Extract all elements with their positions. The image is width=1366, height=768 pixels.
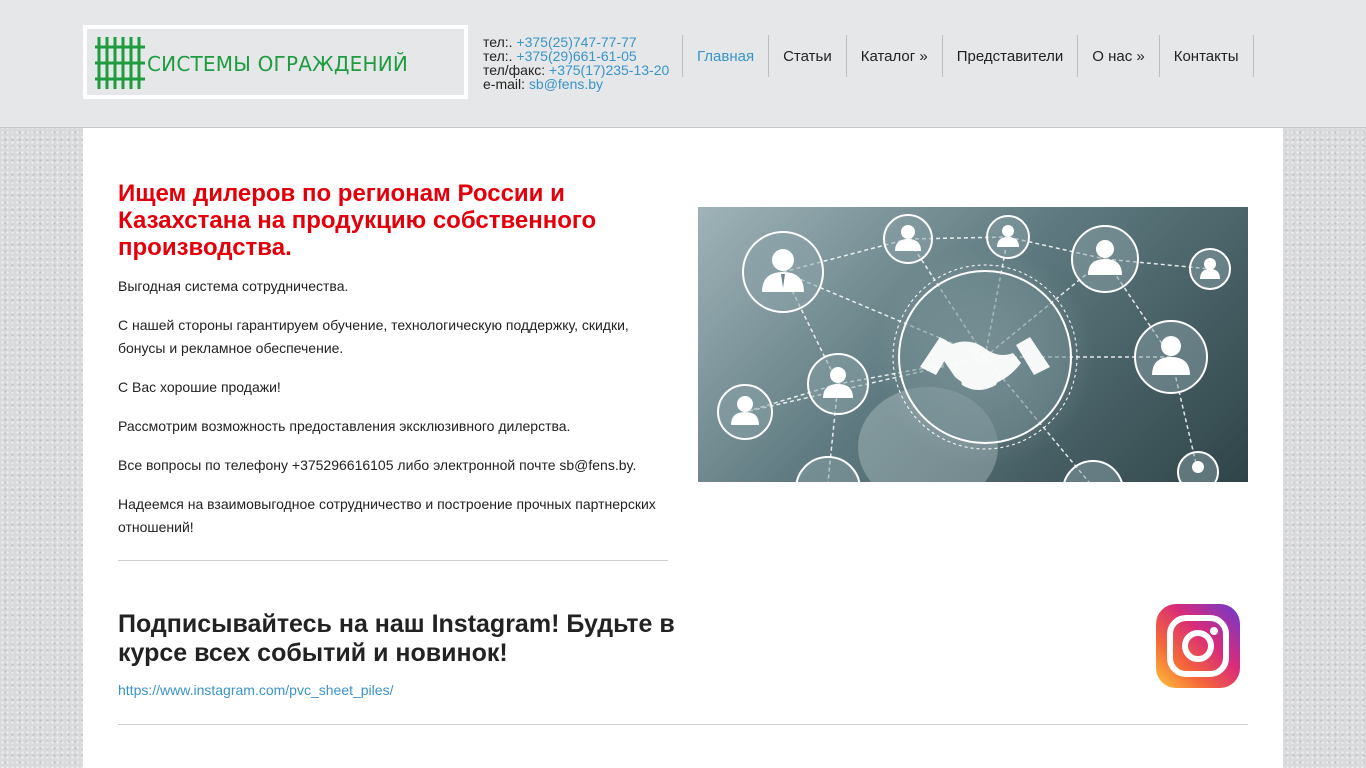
- paragraph: Все вопросы по телефону +375296616105 ли…: [118, 457, 637, 473]
- contact-label: e-mail:: [483, 76, 526, 92]
- nav-item-about[interactable]: О нас »: [1077, 35, 1158, 77]
- instagram-icon[interactable]: [1148, 600, 1248, 700]
- fence-logo-icon: [95, 37, 145, 89]
- partnership-network-image: [698, 207, 1248, 482]
- contact-line: e-mail: sb@fens.by: [483, 77, 669, 91]
- section-divider: [118, 724, 1248, 725]
- main-content: Ищем дилеров по регионам России и Казахс…: [83, 128, 1283, 768]
- nav-item-contacts[interactable]: Контакты: [1158, 35, 1254, 77]
- paragraph: Надеемся на взаимовыгодное сотрудничеств…: [118, 496, 656, 535]
- main-nav: Главная Статьи Каталог » Представители О…: [682, 35, 1254, 77]
- instagram-heading: Подписывайтесь на наш Instagram! Будьте …: [118, 610, 675, 667]
- site-logo[interactable]: СИСТЕМЫ ОГРАЖДЕНИЙ: [83, 25, 468, 99]
- site-header: СИСТЕМЫ ОГРАЖДЕНИЙ тел:. +375(25)747-77-…: [0, 0, 1366, 128]
- nav-item-representatives[interactable]: Представители: [941, 35, 1077, 77]
- paragraph: С нашей стороны гарантируем обучение, те…: [118, 317, 629, 356]
- paragraph: Рассмотрим возможность предоставления эк…: [118, 418, 571, 434]
- dealer-text: Выгодная система сотрудничества. С нашей…: [118, 275, 678, 555]
- contact-line: тел/факс: +375(17)235-13-20: [483, 63, 669, 77]
- header-contacts: тел:. +375(25)747-77-77 тел:. +375(29)66…: [483, 35, 669, 91]
- contact-line: тел:. +375(29)661-61-05: [483, 49, 669, 63]
- logo-panel: СИСТЕМЫ ОГРАЖДЕНИЙ: [87, 29, 464, 95]
- nav-item-catalog[interactable]: Каталог »: [845, 35, 942, 77]
- paragraph: Выгодная система сотрудничества.: [118, 278, 349, 294]
- network-illustration: [717, 214, 1231, 482]
- section-divider: [118, 560, 668, 561]
- email-link[interactable]: sb@fens.by: [529, 76, 603, 92]
- instagram-link[interactable]: https://www.instagram.com/pvc_sheet_pile…: [118, 682, 393, 698]
- nav-item-home[interactable]: Главная: [682, 35, 768, 77]
- logo-text: СИСТЕМЫ ОГРАЖДЕНИЙ: [147, 52, 409, 76]
- dealer-heading: Ищем дилеров по регионам России и Казахс…: [118, 180, 597, 261]
- contact-line: тел:. +375(25)747-77-77: [483, 35, 669, 49]
- paragraph: С Вас хорошие продажи!: [118, 379, 281, 395]
- nav-item-articles[interactable]: Статьи: [768, 35, 846, 77]
